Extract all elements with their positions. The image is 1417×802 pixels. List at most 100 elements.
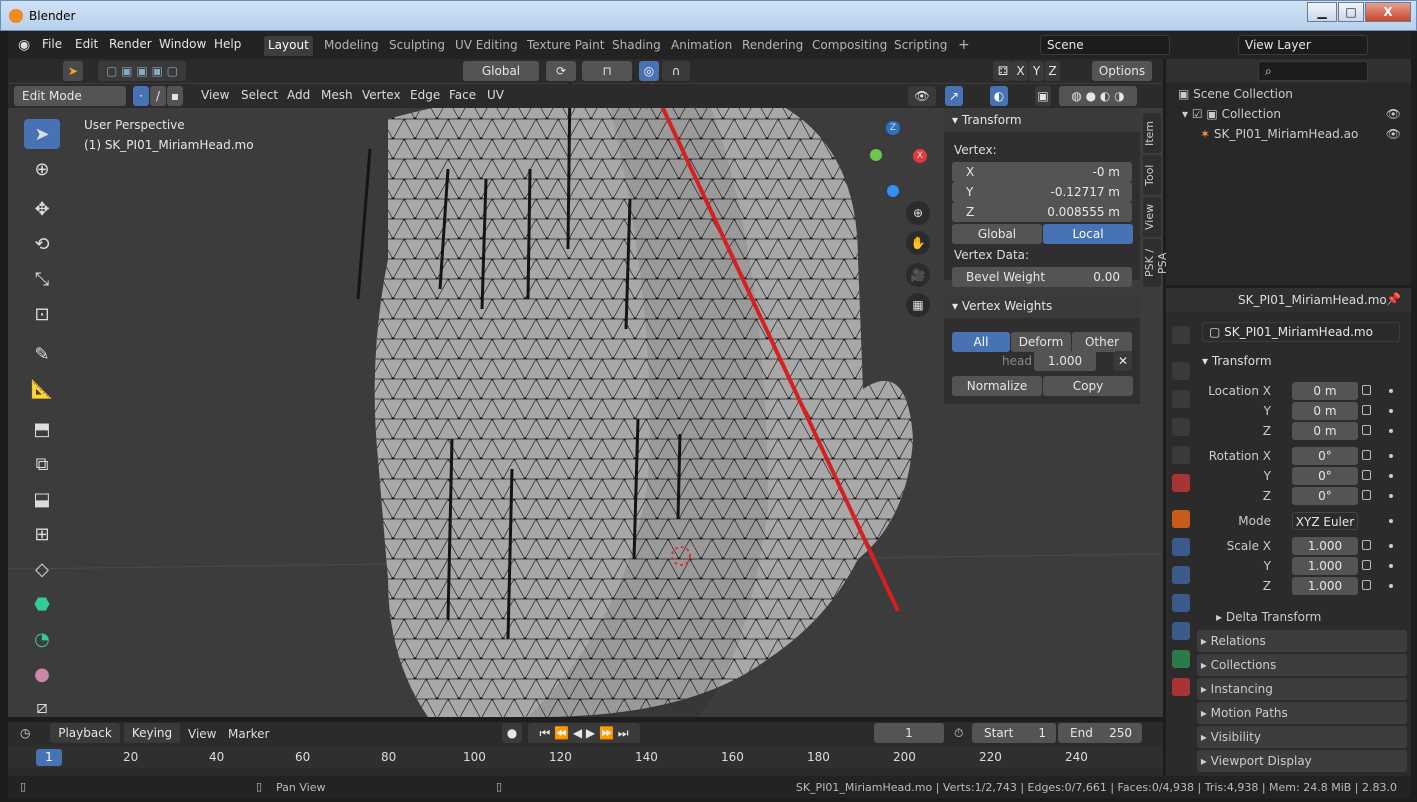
overlay-icon[interactable]: ◐ [990,86,1008,106]
copy-button[interactable]: Copy [1043,376,1133,396]
select-tool-icon[interactable]: ➤ [63,61,83,81]
weights-deform-button[interactable]: Deform [1011,332,1071,352]
keyframe-dot-icon[interactable] [1389,454,1393,458]
scale-tool[interactable]: ⤡ [24,264,60,294]
playback-controls-icons[interactable]: ⏮ ⏪ ◀ ▶ ⏩ ⏭ [528,723,640,743]
section-visibility[interactable]: ▸ Visibility [1197,726,1407,748]
loop-cut-tool[interactable]: ⊞ [24,519,60,549]
viewport-menu-add[interactable]: Add [287,88,310,102]
viewport-menu-view[interactable]: View [201,88,229,102]
section-motion-paths[interactable]: ▸ Motion Paths [1197,702,1407,724]
rotation-mode-dropdown[interactable]: XYZ Euler [1292,512,1358,530]
lock-icon[interactable] [1362,560,1371,570]
location-x-field[interactable]: 0 m [1292,382,1358,400]
menu-render[interactable]: Render [109,37,152,51]
vertex-z-field[interactable]: 0.008555 m [1047,202,1120,222]
pin-icon[interactable]: 📌 [1386,292,1401,306]
viewport-menu-select[interactable]: Select [241,88,278,102]
viewport-menu-uv[interactable]: UV [487,88,504,102]
npanel-tab-tool[interactable]: Tool [1143,155,1161,195]
mirror-options-icon[interactable]: ⚃ [993,61,1013,81]
vertex-weights-header[interactable]: ▾ Vertex Weights [944,294,1140,318]
rotation-x-field[interactable]: 0° [1292,447,1358,465]
timeline-marker-menu[interactable]: Marker [228,727,269,741]
gizmo-icon[interactable]: ↗ [945,86,963,106]
camera-icon[interactable]: 🎥 [906,263,930,287]
falloff-icon[interactable]: ∩ [662,61,690,81]
rotate-tool[interactable]: ⟲ [24,229,60,259]
location-y-field[interactable]: 0 m [1292,402,1358,420]
end-frame-field[interactable]: 250 [1109,723,1132,743]
bevel-tool[interactable]: ⬓ [24,484,60,514]
collection-visibility-icon[interactable]: 👁 [1386,107,1401,121]
remove-weight-icon[interactable]: ✕ [1114,351,1132,371]
rotation-y-field[interactable]: 0° [1292,467,1358,485]
gizmo-y-axis[interactable] [870,149,882,161]
location-z-field[interactable]: 0 m [1292,422,1358,440]
keyframe-dot-icon[interactable] [1389,409,1393,413]
bevel-weight-field[interactable]: 0.00 [1093,267,1120,287]
axis-z-toggle[interactable]: Z [1045,61,1060,81]
smooth-tool[interactable]: ● [24,659,60,689]
options-dropdown[interactable]: Options [1092,61,1152,81]
lock-icon[interactable] [1362,490,1371,500]
measure-tool[interactable]: 📐 [24,374,60,404]
delta-transform-section[interactable]: ▸ Delta Transform [1216,610,1321,624]
keyframe-dot-icon[interactable] [1389,474,1393,478]
inset-tool[interactable]: ⧉ [24,449,60,479]
extrude-tool[interactable]: ⬒ [24,414,60,444]
lock-icon[interactable] [1362,580,1371,590]
tab-rendering[interactable]: Rendering [738,36,807,56]
gizmo-z-axis[interactable]: Z [886,121,900,135]
lock-icon[interactable] [1362,470,1371,480]
menu-help[interactable]: Help [214,37,241,51]
start-frame-field[interactable]: 1 [1038,723,1046,743]
section-viewport-display[interactable]: ▸ Viewport Display [1197,750,1407,772]
collection-row[interactable]: ▾ ☑ ▣ Collection 👁 [1182,107,1407,121]
local-toggle[interactable]: Local [1043,224,1133,244]
tab-texture-paint[interactable]: Texture Paint [523,36,608,56]
maximize-button[interactable]: □ [1338,2,1364,22]
render-properties-icon[interactable] [1172,362,1190,380]
object-row[interactable]: ✶ SK_PI01_MiriamHead.ao 👁 [1200,127,1407,141]
shear-tool[interactable]: ⧄ [24,692,60,718]
weight-value-field[interactable]: 1.000 [1034,351,1096,371]
axis-x-toggle[interactable]: X [1013,61,1028,81]
gizmo-neg-z-axis[interactable] [887,185,899,197]
pivot-icon[interactable]: ⟳ [546,61,576,81]
timeline-ruler[interactable]: 1 20 40 60 80 100 120 140 160 180 200 22… [8,746,1163,768]
menu-edit[interactable]: Edit [75,37,98,51]
vertex-select-icon[interactable]: · [133,86,149,106]
transform-tool[interactable]: ⊡ [24,299,60,329]
scale-z-field[interactable]: 1.000 [1292,577,1358,595]
npanel-tab-item[interactable]: Item [1143,113,1161,153]
minimize-button[interactable]: ▁ [1307,2,1337,22]
viewport-menu-vertex[interactable]: Vertex [362,88,401,102]
physics-icon[interactable] [1172,594,1190,612]
face-select-icon[interactable]: ▪ [167,86,183,106]
lock-icon[interactable] [1362,540,1371,550]
blender-menu-icon[interactable]: ◉ [18,37,30,53]
tab-animation[interactable]: Animation [667,36,736,56]
pan-hand-icon[interactable]: ✋ [906,231,930,255]
transform-panel-header[interactable]: ▾ Transform [944,108,1140,132]
vertex-x-field[interactable]: -0 m [1093,162,1120,182]
scene-selector[interactable]: Scene [1040,35,1170,55]
select-box-tool[interactable]: ➤ [24,119,60,149]
move-tool[interactable]: ✥ [24,194,60,224]
lock-icon[interactable] [1362,405,1371,415]
current-frame-marker[interactable]: 1 [36,749,62,766]
poly-build-tool[interactable]: ⬣ [24,589,60,619]
visibility-icon[interactable]: 👁 [908,86,936,106]
keyframe-dot-icon[interactable] [1389,584,1393,588]
outliner-search-input[interactable]: ⌕ [1258,61,1368,81]
scale-x-field[interactable]: 1.000 [1292,537,1358,555]
vertex-y-field[interactable]: -0.12717 m [1051,182,1120,202]
keyframe-dot-icon[interactable] [1389,519,1393,523]
menu-file[interactable]: File [42,37,62,51]
annotate-tool[interactable]: ✎ [24,339,60,369]
keyframe-dot-icon[interactable] [1389,564,1393,568]
current-frame-field[interactable]: 1 [874,723,944,743]
timeline-editor-icon[interactable]: ◷ [20,726,30,740]
view-layer-selector[interactable]: View Layer [1238,35,1368,55]
